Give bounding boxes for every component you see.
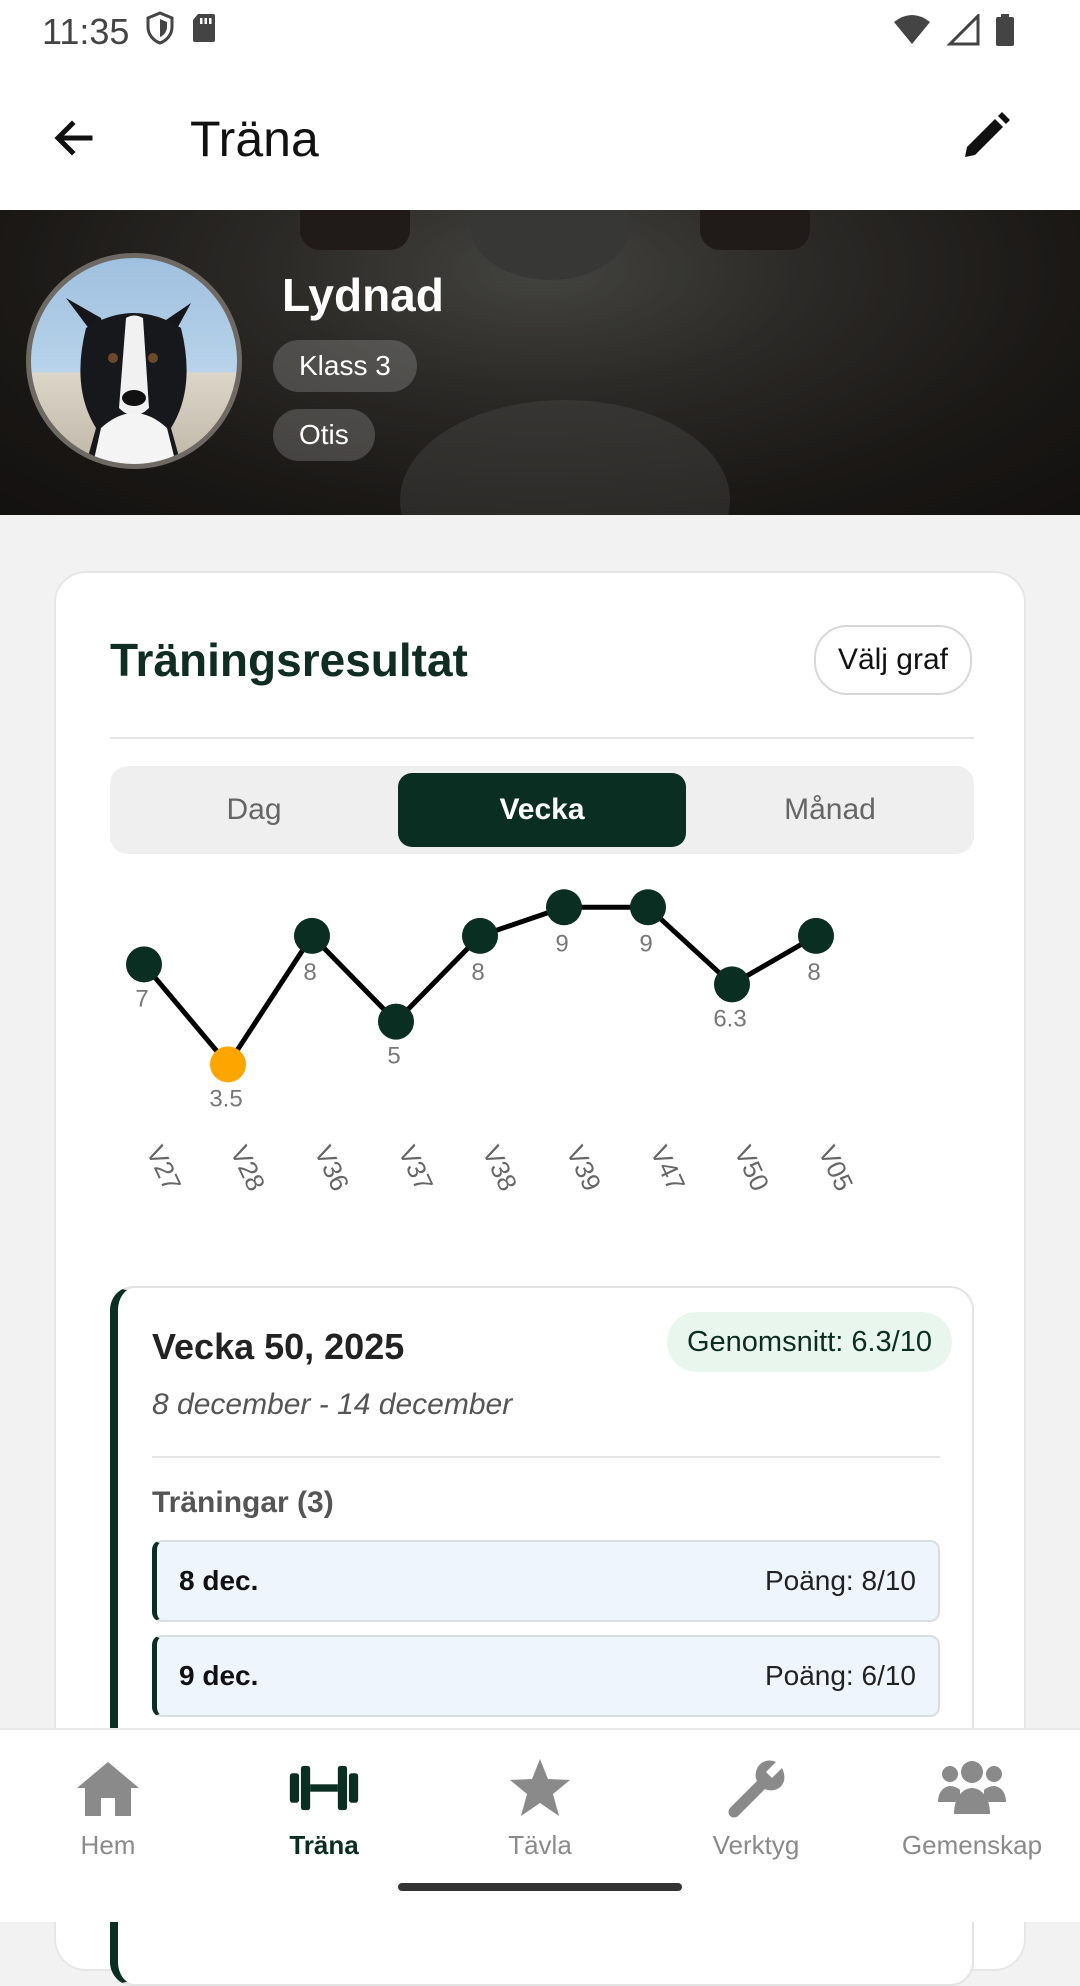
data-label: 8 <box>807 959 820 986</box>
session-date: 8 dec. <box>179 1565 259 1596</box>
average-badge: Genomsnitt: 6.3/10 <box>666 1312 952 1372</box>
nav-label: Verktyg <box>712 1830 800 1860</box>
nav-label: Gemenskap <box>901 1830 1043 1860</box>
nav-home[interactable]: Hem <box>0 1730 216 1922</box>
results-line-chart: 7 V27 3.5 V28 8 V36 5 V37 8 V38 9 V39 9 V47 6.3 V50 8 V05 <box>126 889 860 1196</box>
home-indicator <box>398 1883 682 1891</box>
nav-train[interactable]: Träna <box>216 1730 432 1922</box>
discipline-name: Lydnad <box>282 269 444 321</box>
x-tick-label: V47 <box>645 1141 692 1196</box>
sessions-heading: Träningar (3) <box>152 1486 334 1519</box>
week-title: Vecka 50, 2025 <box>152 1326 405 1367</box>
nav-label: Hem <box>80 1830 136 1860</box>
session-score: Poäng: 6/10 <box>764 1660 916 1691</box>
data-point[interactable] <box>798 917 834 954</box>
people-icon <box>936 1752 1008 1824</box>
signal-icon <box>946 11 980 51</box>
home-icon <box>72 1752 144 1824</box>
tab-day[interactable]: Dag <box>110 766 398 854</box>
data-label: 9 <box>555 930 568 957</box>
data-label: 3.5 <box>209 1085 242 1112</box>
edit-button[interactable] <box>956 108 1016 168</box>
session-item[interactable]: 8 dec. Poäng: 8/10 <box>152 1540 940 1622</box>
select-graph-button[interactable]: Välj graf <box>813 625 972 695</box>
bottom-navigation: Hem Träna Tävla Verktyg Gemenskap <box>0 1728 1080 1922</box>
x-tick-label: V36 <box>309 1141 356 1196</box>
data-label: 8 <box>471 959 484 986</box>
data-label: 5 <box>387 1043 400 1070</box>
wifi-icon <box>892 14 932 51</box>
wrench-icon <box>720 1752 792 1824</box>
data-point[interactable] <box>462 917 498 954</box>
session-item[interactable]: 9 dec. Poäng: 6/10 <box>152 1635 940 1717</box>
data-label: 7 <box>135 985 148 1012</box>
x-tick-label: V38 <box>477 1141 524 1196</box>
x-tick-label: V39 <box>561 1141 608 1196</box>
nav-tools[interactable]: Verktyg <box>648 1730 864 1922</box>
session-date: 9 dec. <box>179 1660 259 1691</box>
data-point[interactable] <box>630 889 666 926</box>
status-bar: 11:35 <box>0 0 1080 64</box>
data-point[interactable] <box>378 1003 414 1040</box>
page-title: Träna <box>190 111 319 167</box>
tab-month[interactable]: Månad <box>686 766 974 854</box>
class-chip: Klass 3 <box>273 340 417 392</box>
x-tick-label: V28 <box>225 1141 272 1196</box>
dumbbell-icon <box>288 1752 360 1824</box>
dog-avatar <box>26 253 242 469</box>
dog-chip: Otis <box>273 409 375 461</box>
shield-icon <box>145 10 175 54</box>
week-range: 8 december - 14 december <box>152 1388 513 1421</box>
back-button[interactable] <box>46 112 102 168</box>
card-title: Träningsresultat <box>110 634 468 686</box>
divider <box>110 737 974 739</box>
nav-compete[interactable]: Tävla <box>432 1730 648 1922</box>
x-tick-label: V27 <box>141 1141 188 1196</box>
data-point[interactable] <box>714 966 750 1003</box>
data-point[interactable] <box>126 946 162 983</box>
nav-label: Tävla <box>508 1830 572 1860</box>
star-icon <box>504 1752 576 1824</box>
battery-icon <box>994 13 1016 52</box>
data-label: 9 <box>639 930 652 957</box>
sd-card-icon <box>191 11 217 53</box>
x-tick-label: V37 <box>393 1141 440 1196</box>
nav-community[interactable]: Gemenskap <box>864 1730 1080 1922</box>
detail-divider <box>152 1456 940 1458</box>
x-tick-label: V50 <box>729 1141 776 1196</box>
x-tick-label: V05 <box>813 1141 860 1196</box>
data-point[interactable] <box>294 917 330 954</box>
status-time: 11:35 <box>42 11 130 52</box>
data-label: 6.3 <box>713 1005 746 1032</box>
data-point[interactable] <box>546 889 582 926</box>
session-score: Poäng: 8/10 <box>764 1565 916 1596</box>
period-tabs: Dag Vecka Månad <box>110 766 974 854</box>
data-label: 8 <box>303 959 316 986</box>
pencil-icon <box>959 109 1013 168</box>
arrow-back-icon <box>50 114 98 167</box>
app-bar: Träna <box>0 64 1080 210</box>
data-point[interactable] <box>210 1046 246 1083</box>
nav-label: Träna <box>289 1830 359 1860</box>
tab-week[interactable]: Vecka <box>398 773 686 847</box>
